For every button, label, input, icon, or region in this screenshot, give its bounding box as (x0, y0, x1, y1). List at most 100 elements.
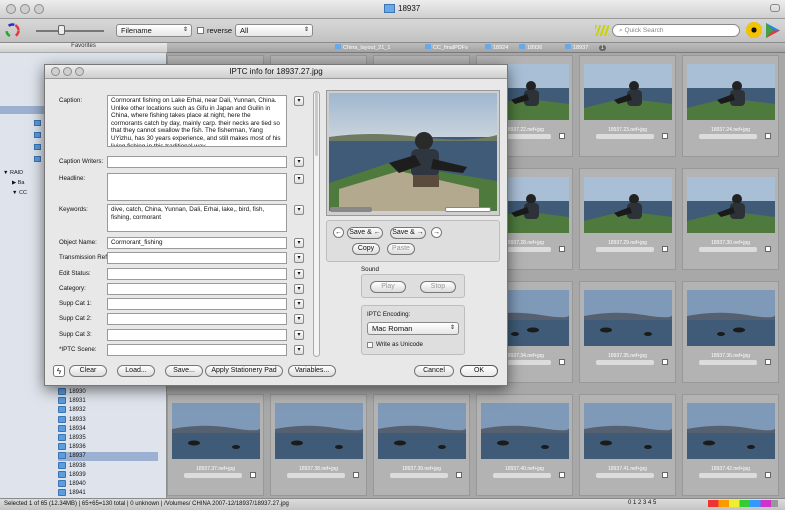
select-checkbox[interactable] (559, 246, 565, 252)
dialog-minimize-button[interactable] (63, 67, 72, 76)
folder-item[interactable]: 18941 (58, 489, 158, 498)
stop-button[interactable]: Stop (420, 281, 456, 293)
object-name-menu-button[interactable]: ▾ (294, 238, 304, 248)
headline-menu-button[interactable]: ▾ (294, 174, 304, 184)
dialog-zoom-button[interactable] (75, 67, 84, 76)
paste-button[interactable]: Paste (387, 243, 415, 255)
thumbnail-image[interactable] (584, 403, 672, 459)
save-button[interactable]: Save... (165, 365, 203, 377)
thumbnail-image[interactable] (172, 403, 260, 459)
preview-slider[interactable] (445, 207, 491, 212)
color-label-strip[interactable] (708, 500, 778, 507)
select-checkbox[interactable] (765, 246, 771, 252)
thumbnail-image[interactable] (687, 177, 775, 233)
tab-18937[interactable]: 18937 (565, 44, 588, 52)
headline-field[interactable] (107, 173, 287, 201)
select-checkbox[interactable] (662, 472, 668, 478)
clear-button[interactable]: Clear (69, 365, 107, 377)
rating-stars[interactable] (390, 473, 448, 478)
copy-button[interactable]: Copy (352, 243, 380, 255)
thumbnail-cell[interactable]: 18937.41.nef+jpg (579, 394, 676, 496)
tab-18924[interactable]: 18924 (485, 44, 508, 52)
thumbnail-cell[interactable]: 18937.42.nef+jpg (682, 394, 779, 496)
radiation-icon[interactable] (746, 22, 762, 38)
supp-cat-1-field[interactable] (107, 298, 287, 310)
supp-cat-2-field[interactable] (107, 313, 287, 325)
sidebar-item-cc[interactable]: ▼ CC (12, 190, 27, 196)
folder-item[interactable]: 18933 (58, 415, 158, 425)
folder-item[interactable]: 18935 (58, 434, 158, 443)
thumbnail-image[interactable] (584, 64, 672, 120)
supp-cat-2-menu-button[interactable]: ▾ (294, 314, 304, 324)
rating-stars[interactable] (596, 134, 654, 139)
sidebar-item-ba[interactable]: ▶ Ba (12, 180, 25, 186)
select-checkbox[interactable] (559, 133, 565, 139)
play-logo-icon[interactable] (765, 22, 781, 39)
encoding-select[interactable]: Mac Roman ⇕ (367, 322, 459, 335)
keywords-menu-button[interactable]: ▾ (294, 205, 304, 215)
thumbnail-cell[interactable]: 18937.38.nef+jpg (270, 394, 367, 496)
toolbar-toggle-button[interactable] (770, 4, 780, 12)
rating-stars[interactable] (596, 360, 654, 365)
play-button[interactable]: Play (370, 281, 406, 293)
select-checkbox[interactable] (662, 359, 668, 365)
rating-stars[interactable] (493, 473, 551, 478)
thumbnail-image[interactable] (687, 64, 775, 120)
supp-cat-3-field[interactable] (107, 329, 287, 341)
lightning-icon[interactable]: ϟ (53, 365, 65, 377)
thumbnail-image[interactable] (378, 403, 466, 459)
select-checkbox[interactable] (559, 359, 565, 365)
thumbnail-cell[interactable]: 18937.29.nef+jpg (579, 168, 676, 270)
supp-cat-1-menu-button[interactable]: ▾ (294, 299, 304, 309)
ok-button[interactable]: OK (460, 365, 498, 377)
load-button[interactable]: Load... (117, 365, 155, 377)
thumbnail-cell[interactable]: 18937.23.nef+jpg (579, 55, 676, 157)
select-checkbox[interactable] (250, 472, 256, 478)
folder-item[interactable]: 18936 (58, 443, 158, 452)
rating-stars[interactable] (184, 473, 242, 478)
rating-stars[interactable] (699, 473, 757, 478)
keywords-field[interactable]: dive, catch, China, Yunnan, Dali, Erhai,… (107, 204, 287, 232)
tab-china_layout_21_1[interactable]: China_layout_21_1 (335, 44, 390, 52)
save-and-next-button[interactable]: Save & → (390, 227, 426, 239)
select-checkbox[interactable] (456, 472, 462, 478)
rating-stars[interactable] (699, 360, 757, 365)
thumbnail-cell[interactable]: 18937.36.nef+jpg (682, 281, 779, 383)
thumbnail-cell[interactable]: 18937.39.nef+jpg (373, 394, 470, 496)
folder-item[interactable]: 18939 (58, 470, 158, 480)
rating-stars[interactable] (699, 134, 757, 139)
close-window-button[interactable] (6, 4, 16, 14)
edit-status-field[interactable] (107, 268, 287, 280)
object-name-field[interactable]: Cormorant_fishing (107, 237, 287, 249)
page-selector[interactable]: 0 1 2 3 4 5 (628, 500, 656, 506)
write-unicode-checkbox[interactable] (367, 342, 373, 348)
folder-item[interactable]: 18937 (58, 452, 158, 462)
save-and-previous-button[interactable]: Save & ← (347, 227, 383, 239)
slider-knob[interactable] (58, 25, 65, 35)
folder-item[interactable]: 18932 (58, 406, 158, 415)
caption-menu-button[interactable]: ▾ (294, 96, 304, 106)
thumbnail-cell[interactable]: 18937.40.nef+jpg (476, 394, 573, 496)
thumbnail-image[interactable] (275, 403, 363, 459)
tab-18936[interactable]: 18936 (519, 44, 542, 52)
folder-item[interactable]: 18930 (58, 388, 158, 397)
thumbnail-image[interactable] (584, 177, 672, 233)
filter-select[interactable]: All ⇕ (235, 24, 313, 37)
variables-button[interactable]: Variables... (288, 365, 336, 377)
minimize-window-button[interactable] (20, 4, 30, 14)
thumbnail-image[interactable] (584, 290, 672, 346)
fields-scrollbar[interactable] (313, 91, 320, 357)
thumbnail-cell[interactable]: 18937.35.nef+jpg (579, 281, 676, 383)
select-checkbox[interactable] (765, 359, 771, 365)
tab-cc_finalpdfs[interactable]: CC_finalPDFs (425, 44, 468, 52)
thumbnail-image[interactable] (687, 290, 775, 346)
thumbnail-cell[interactable]: 18937.37.nef+jpg (167, 394, 264, 496)
cancel-button[interactable]: Cancel (414, 365, 454, 377)
thumbnail-size-slider[interactable] (36, 30, 104, 32)
zoom-window-button[interactable] (34, 4, 44, 14)
thumbnail-image[interactable] (481, 403, 569, 459)
apply-stationery-button[interactable]: Apply Stationery Pad (205, 365, 283, 377)
dialog-close-button[interactable] (51, 67, 60, 76)
rating-stars[interactable] (287, 473, 345, 478)
sidebar-item-raid[interactable]: ▼ RAID (3, 170, 23, 176)
